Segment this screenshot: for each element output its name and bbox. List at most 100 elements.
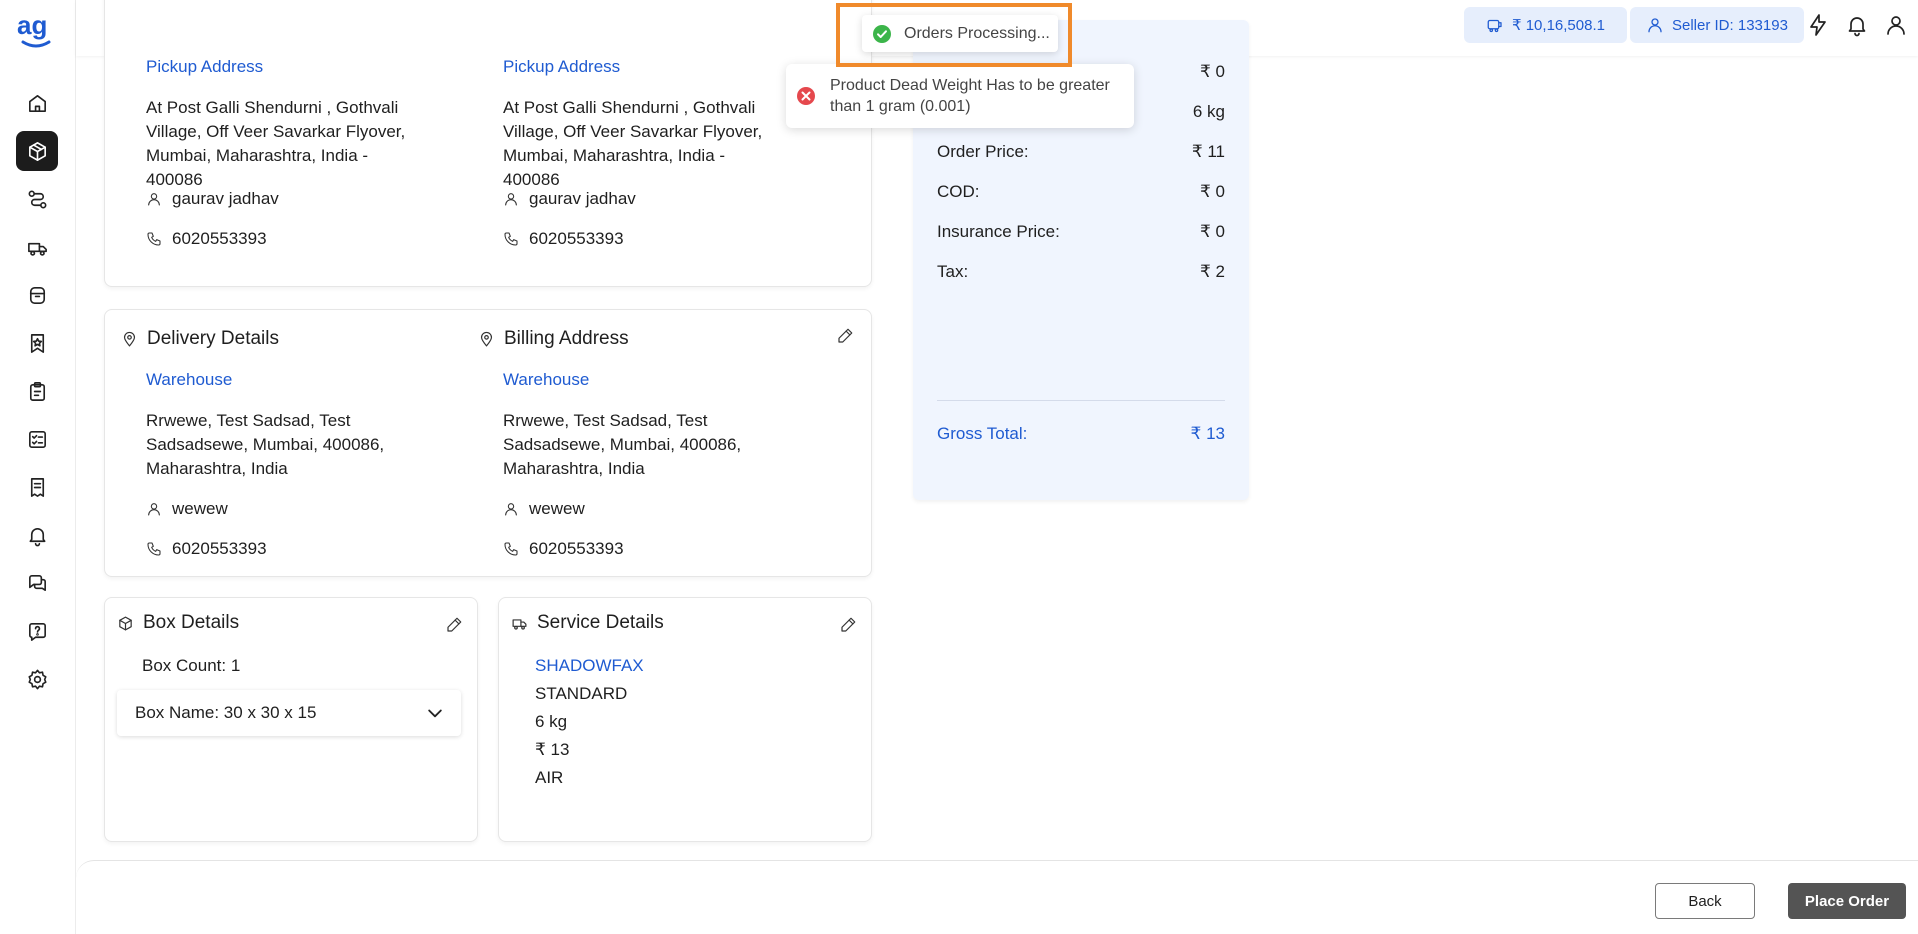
pencil-icon xyxy=(838,328,853,343)
delivery-phone: 6020553393 xyxy=(172,539,267,558)
gear-icon xyxy=(27,669,47,689)
delivery-phone-row: 6020553393 xyxy=(146,539,267,559)
box-details-title: Box Details xyxy=(117,612,239,634)
service-details-card: Service Details SHADOWFAX STANDARD 6 kg … xyxy=(498,597,872,842)
box-name: Box Name: 30 x 30 x 15 xyxy=(135,703,317,722)
pickup-left-contact: gaurav jadhav xyxy=(146,189,279,209)
billing-phone: 6020553393 xyxy=(529,539,624,558)
pickup-right-label: Pickup Address xyxy=(503,57,621,76)
seller-id-pill[interactable]: Seller ID: 133193 xyxy=(1630,7,1804,43)
billing-name: wewew xyxy=(529,499,585,518)
user-icon xyxy=(1648,18,1662,33)
footer-bar xyxy=(76,860,1918,934)
box-name-dropdown[interactable]: Box Name: 30 x 30 x 15 xyxy=(117,690,461,736)
lightning-icon xyxy=(1810,14,1826,36)
home-icon xyxy=(28,94,46,112)
nav-routes[interactable] xyxy=(16,179,58,219)
user-icon xyxy=(148,503,160,516)
bell-icon xyxy=(28,527,46,546)
svg-text:ag: ag xyxy=(17,12,47,40)
place-order-button[interactable]: Place Order xyxy=(1788,883,1906,919)
error-toast[interactable]: Product Dead Weight Has to be greater th… xyxy=(786,64,1134,128)
summary-row-insurance: Insurance Price: ₹ 0 xyxy=(937,222,1225,241)
nav-checklist[interactable] xyxy=(16,419,58,459)
nav-wallet[interactable] xyxy=(16,275,58,315)
delivery-label: Warehouse xyxy=(146,370,233,389)
service-courier: SHADOWFAX xyxy=(535,656,644,675)
package-icon xyxy=(119,616,132,630)
billing-phone-row: 6020553393 xyxy=(503,539,624,559)
delivery-name: wewew xyxy=(172,499,228,518)
user-icon xyxy=(505,193,517,206)
nav-shipping[interactable] xyxy=(16,227,58,267)
summary-row-order-price: Order Price: ₹ 11 xyxy=(937,142,1225,161)
wallet-balance-pill[interactable]: ₹ 10,16,508.1 xyxy=(1464,7,1627,43)
user-icon xyxy=(505,503,517,516)
toast-highlight-box xyxy=(836,3,1072,67)
summary-divider xyxy=(937,400,1225,401)
package-icon xyxy=(28,141,46,161)
nav-help[interactable] xyxy=(16,611,58,651)
checklist-icon xyxy=(28,430,46,448)
wallet-balance: ₹ 10,16,508.1 xyxy=(1512,17,1605,34)
box-count: Box Count: 1 xyxy=(142,656,241,675)
billing-contact: wewew xyxy=(503,499,585,519)
profile-button[interactable] xyxy=(1884,13,1908,37)
edit-box-button[interactable] xyxy=(445,616,463,634)
summary-row-tax: Tax: ₹ 2 xyxy=(937,262,1225,281)
truck-icon xyxy=(27,242,47,256)
summary-gross-total: Gross Total: ₹ 13 xyxy=(937,424,1225,443)
nav-chat[interactable] xyxy=(16,563,58,603)
user-icon xyxy=(148,193,160,206)
delivery-contact: wewew xyxy=(146,499,228,519)
location-pin-icon xyxy=(123,331,136,346)
delivery-billing-card: Delivery Details Warehouse Rrwewe, Test … xyxy=(104,309,872,577)
pickup-left-label: Pickup Address xyxy=(146,57,264,76)
phone-icon xyxy=(504,232,518,246)
service-details-title: Service Details xyxy=(511,612,664,634)
pencil-icon xyxy=(841,617,856,632)
service-type: STANDARD xyxy=(535,684,628,703)
edit-service-button[interactable] xyxy=(839,616,857,634)
chevron-down-icon xyxy=(428,709,442,718)
app-logo[interactable]: ag xyxy=(15,12,57,48)
pencil-icon xyxy=(447,617,462,632)
badge-icon xyxy=(30,333,44,353)
quick-actions-button[interactable] xyxy=(1806,13,1830,37)
location-pin-icon xyxy=(480,331,493,346)
bell-icon xyxy=(1848,17,1866,37)
pickup-left-phone: 6020553393 xyxy=(172,229,267,248)
nav-invoices[interactable] xyxy=(16,467,58,507)
service-price: ₹ 13 xyxy=(535,740,570,759)
delivery-title: Delivery Details xyxy=(121,328,279,350)
edit-addresses-button[interactable] xyxy=(836,327,854,345)
service-mode: AIR xyxy=(535,768,564,787)
back-button[interactable]: Back xyxy=(1655,883,1755,919)
notifications-button[interactable] xyxy=(1845,13,1869,37)
billing-label: Warehouse xyxy=(503,370,590,389)
wallet-icon xyxy=(29,286,45,304)
help-icon xyxy=(28,622,46,641)
pickup-card: Pickup Address At Post Galli Shendurni ,… xyxy=(104,0,872,287)
nav-rewards[interactable] xyxy=(16,323,58,363)
pickup-left-phone-row: 6020553393 xyxy=(146,229,267,249)
user-icon xyxy=(1887,16,1905,35)
nav-notifications[interactable] xyxy=(16,515,58,555)
billing-address: Rrwewe, Test Sadsad, Test Sadsadsewe, Mu… xyxy=(503,411,742,478)
route-icon xyxy=(28,190,46,208)
receipt-icon xyxy=(30,477,44,497)
truck-icon xyxy=(512,618,527,630)
chat-icon xyxy=(28,574,46,591)
nav-home[interactable] xyxy=(16,83,58,123)
box-details-card: Box Details Box Count: 1 Box Name: 30 x … xyxy=(104,597,478,842)
nav-tasks[interactable] xyxy=(16,371,58,411)
delivery-address: Rrwewe, Test Sadsad, Test Sadsadsewe, Mu… xyxy=(146,411,385,478)
summary-row-cod: COD: ₹ 0 xyxy=(937,182,1225,201)
nav-settings[interactable] xyxy=(16,659,58,699)
phone-icon xyxy=(147,232,161,246)
wallet-icon xyxy=(1487,19,1502,33)
nav-orders[interactable] xyxy=(16,131,58,171)
clipboard-icon xyxy=(29,381,45,401)
pickup-left-address: At Post Galli Shendurni , Gothvali Villa… xyxy=(146,98,406,189)
pickup-right-contact: gaurav jadhav xyxy=(503,189,636,209)
